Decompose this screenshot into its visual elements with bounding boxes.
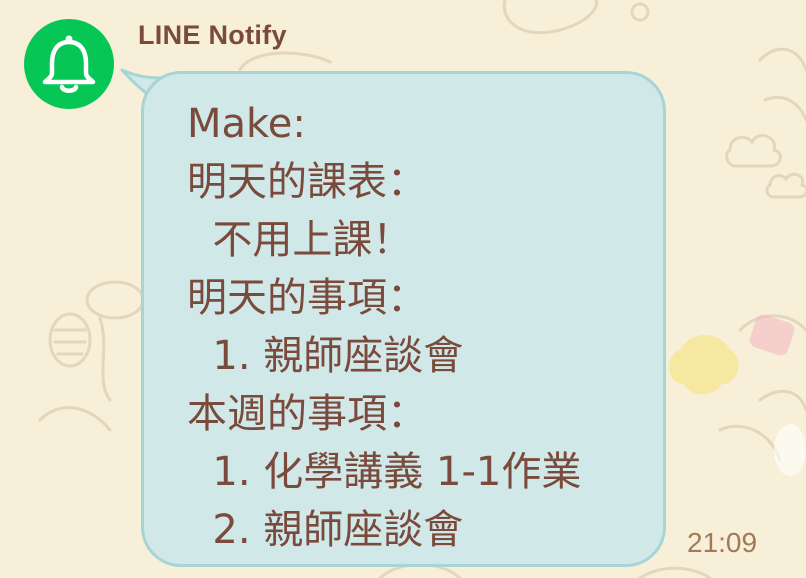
- message-text: Make: 明天的課表： 不用上課！ 明天的事項： 1. 親師座談會 本週的事項…: [187, 101, 582, 553]
- message-bubble[interactable]: Make: 明天的課表： 不用上課！ 明天的事項： 1. 親師座談會 本週的事項…: [141, 71, 666, 567]
- sender-avatar[interactable]: [24, 19, 114, 109]
- message-timestamp: 21:09: [687, 527, 758, 558]
- bell-icon: [42, 35, 96, 93]
- sender-name: LINE Notify: [138, 20, 287, 50]
